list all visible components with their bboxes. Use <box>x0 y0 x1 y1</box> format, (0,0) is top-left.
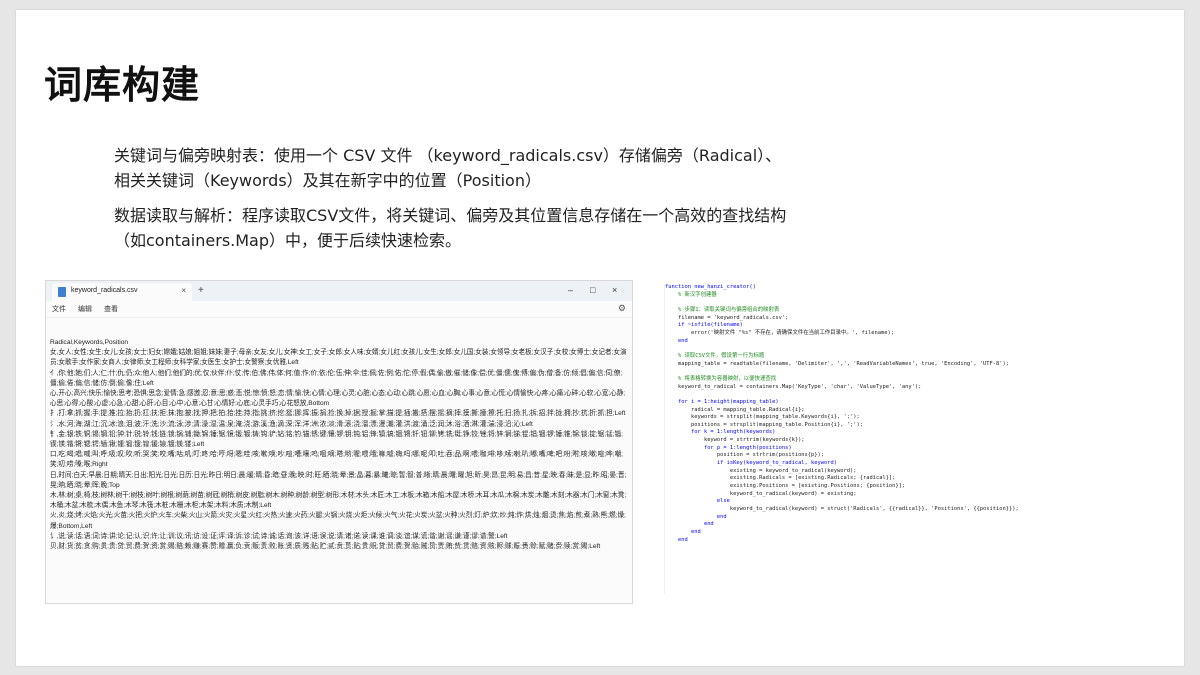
csv-line: 讠,说;读;话;语;词;诗;讲;论;记;认;识;许;让;训;议;讯;访;设;证;… <box>50 532 508 540</box>
code-line: % 将表格转换为容器映射，以便快速查找 <box>665 375 777 382</box>
code-line: % 步骤1：读取关键词与偏旁组合的映射表 <box>665 306 780 313</box>
code-line: for k = 1:length(keywords) <box>665 429 776 436</box>
csv-line: 扌,打;拿;抓;握;手;提;推;拉;抬;扔;扛;扶;拒;抹;抱;披;找;押;把;… <box>50 410 626 418</box>
csv-line: Radical,Keywords,Position <box>50 339 129 346</box>
code-line: existing = keyword_to_radical(keyword); <box>665 467 857 474</box>
code-line: error('映射文件 "%s" 不存在，请确保文件在当前工作目录中。', fi… <box>665 329 894 336</box>
code-line: end <box>665 337 688 344</box>
maximize-icon[interactable]: □ <box>590 285 595 295</box>
paragraph-data-parsing: 数据读取与解析：程序读取CSV文件，将关键词、偏旁及其位置信息存储在一个高效的查… <box>114 206 787 250</box>
close-tab-icon[interactable]: × <box>181 286 186 295</box>
notepad-menu-bar: 文件 编辑 查看 ⚙ <box>46 301 632 318</box>
file-tab-label: keyword_radicals.csv <box>71 287 138 294</box>
code-line: if ~isfile(filename) <box>665 322 743 329</box>
csv-line: 木,林;树;桌;椅;枝;树林;树干;树枝;树叶;树根;树荫;树苗;树冠;树梢;树… <box>50 492 627 510</box>
notepad-tab-bar: keyword_radicals.csv × + – □ × <box>46 281 632 301</box>
code-line: positions = strsplit(mapping_table.Posit… <box>665 421 863 428</box>
code-line: for i = 1:height(mapping_table) <box>665 398 779 405</box>
csv-line: 口,吃;喝;唱;喊;叫;呼;吸;叹;吹;听;哭;笑;咬;嘴;咕;叽;叮;咚;哈;… <box>50 451 623 469</box>
code-line: end <box>665 529 701 535</box>
code-line: position = strtrim(positions{p}); <box>665 452 825 459</box>
code-line: else <box>665 498 730 505</box>
notepad-screenshot: keyword_radicals.csv × + – □ × 文件 编辑 查看 … <box>45 280 633 604</box>
code-line: % 读取CSV文件，假设第一行为标题 <box>665 352 765 359</box>
notepad-icon <box>58 287 66 297</box>
minimize-icon[interactable]: – <box>568 285 573 295</box>
code-line: for p = 1:length(positions) <box>665 444 792 451</box>
code-line: keyword_to_radical(keyword) = existing; <box>665 490 857 497</box>
code-line: end <box>665 536 688 543</box>
csv-line: 钅,金;银;铁;铜;锡;钢;铅;钟;针;锐;铃;钱;链;锁;锅;铺;锄;锦;锤;… <box>50 430 623 449</box>
menu-file[interactable]: 文件 <box>52 304 66 314</box>
menu-view[interactable]: 查看 <box>104 304 118 314</box>
slide: 词库构建 关键词与偏旁映射表：使用一个 CSV 文件 （keyword_radi… <box>16 10 1184 666</box>
gear-icon[interactable]: ⚙ <box>618 303 626 314</box>
code-line: existing.Positions = [existing.Positions… <box>665 483 906 490</box>
notepad-text-area[interactable]: Radical,Keywords,Position 女,女人;女性;女生;女儿;女… <box>46 318 632 552</box>
csv-line: 火,炎;烧;烤;火焰;火光;火苗;火把;火炉;火车;火柴;火山;火箭;火灾;火星… <box>50 512 626 530</box>
csv-line: 女,女人;女性;女生;女儿;女孩;女士;妇女;嫦娥;姑娘;姐姐;妹妹;妻子;母亲… <box>50 349 627 367</box>
csv-line: 日,时间;白天;早晨;日期;晴天;日出;阳光;日光;日历;日光;昨日;明日;晨;… <box>50 471 627 489</box>
code-line: existing.Radicals = [existing.Radicals; … <box>665 475 896 482</box>
csv-line: 心,开心;高兴;快乐;愉快;思考;恐惧;思念;爱情;急;感激;忍;意;思;惑;悲… <box>50 390 626 408</box>
code-line: % 新汉字创建器 <box>665 291 717 298</box>
code-screenshot: function new_hanzi_creator() % 新汉字创建器 % … <box>664 284 1087 594</box>
close-window-icon[interactable]: × <box>612 285 617 295</box>
code-line: end <box>665 521 714 528</box>
code-line: keyword_to_radical(keyword) = struct('Ra… <box>665 506 1019 513</box>
code-line: if isKey(keyword_to_radical, keyword) <box>665 460 838 467</box>
code-line: mapping_table = readtable(filename, 'Del… <box>665 360 1010 367</box>
code-line: radical = mapping_table.Radical{i}; <box>665 406 805 413</box>
new-tab-button[interactable]: + <box>198 285 204 296</box>
code-line: filename = 'keyword_radicals.csv'; <box>665 314 789 321</box>
code-line: keywords = strsplit(mapping_table.Keywor… <box>665 414 860 421</box>
csv-line: 贝,财;货;贫;贪;购;贯;贵;贷;贸;费;贺;资;赏;赐;赔;赖;赚;赛;赞;… <box>50 543 601 551</box>
code-line: keyword = strtrim(keywords{k}); <box>665 437 805 444</box>
menu-edit[interactable]: 编辑 <box>78 304 92 314</box>
slide-title: 词库构建 <box>44 63 201 107</box>
code-line: keyword_to_radical = containers.Map('Key… <box>665 383 922 390</box>
file-tab[interactable]: keyword_radicals.csv × <box>52 283 192 301</box>
csv-line: 亻,你;他;她;们;人;仁;什;仇;仍;众;他人;他们;他们的;优;仅;伙伴;仆… <box>50 369 623 387</box>
csv-line: 氵,水;河;海;湖;江;沉;冰;浪;泪;波;汗;洗;沙;流;泳;涉;清;澡;湿;… <box>50 420 533 428</box>
paragraph-keyword-mapping: 关键词与偏旁映射表：使用一个 CSV 文件 （keyword_radicals.… <box>114 146 782 190</box>
code-line: function new_hanzi_creator() <box>665 284 756 290</box>
code-line: end <box>665 513 727 520</box>
